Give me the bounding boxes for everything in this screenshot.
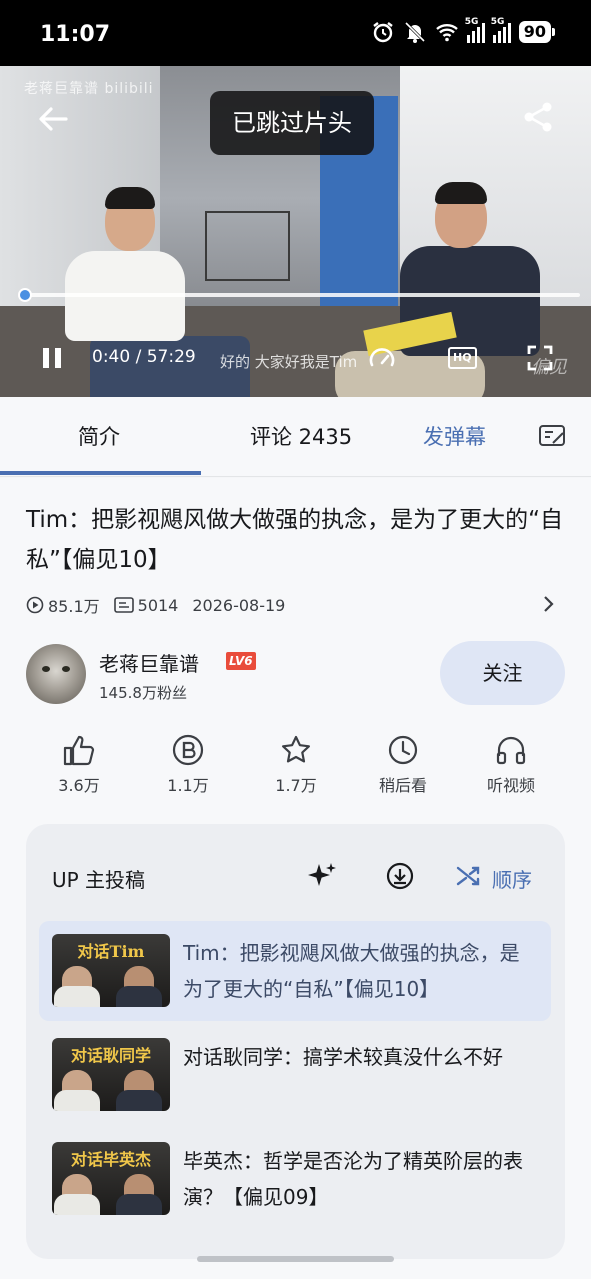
playlist-title: UP 主投稿	[52, 868, 146, 892]
publish-date: 2026-08-19	[192, 595, 286, 615]
alarm-icon	[373, 22, 393, 43]
clock-icon	[388, 735, 418, 765]
view-count: 85.1万	[48, 597, 100, 616]
video-title: Tim：把影视飓风做大做强的执念，是为了更大的“自私”【偏见10】	[26, 507, 564, 573]
status-bar: 11:07 5G 5G 90	[0, 0, 591, 66]
back-arrow-icon[interactable]	[36, 102, 70, 136]
avatar[interactable]	[26, 644, 86, 704]
battery-indicator: 90	[518, 21, 556, 43]
uploader-playlist: UP 主投稿 顺序 对话Tim Tim：把影视飓风做大做强的执念，是为了更大的“…	[26, 824, 565, 1259]
video-player[interactable]: 老蒋巨靠谱 bilibili 偏见 已跳过片头 0:40 / 57:29 好的 …	[0, 66, 591, 397]
playlist-item[interactable]: 对话耿同学 对话耿同学：搞学术较真没什么不好	[39, 1025, 551, 1125]
action-bar: 3.6万 1.1万 1.7万 稍后看 听视频	[0, 734, 591, 798]
pause-button[interactable]	[40, 346, 64, 370]
tab-intro[interactable]: 简介	[78, 421, 120, 451]
coin-icon	[172, 734, 204, 766]
star-icon	[282, 735, 310, 763]
thumbnail-title: 对话耿同学	[70, 1046, 151, 1065]
play-order-button[interactable]: 顺序	[492, 864, 532, 893]
detail-tabs: 简介 评论 2435 发弹幕	[0, 397, 591, 477]
cell-signal-2-icon: 5G	[491, 17, 511, 43]
follow-button[interactable]: 关注	[440, 641, 565, 705]
mute-bell-icon	[404, 21, 425, 43]
playlist-item-title: Tim：把影视飓风做大做强的执念，是为了更大的“自私”【偏见10】	[183, 941, 520, 1001]
video-subtitle: 好的 大家好我是Tim	[220, 353, 358, 371]
quality-button[interactable]: HQ	[448, 347, 477, 369]
headphones-icon	[496, 736, 526, 765]
like-button[interactable]: 3.6万	[34, 734, 124, 796]
listen-button[interactable]: 听视频	[466, 734, 556, 796]
cell-signal-1-icon: 5G	[465, 17, 485, 43]
share-icon[interactable]	[521, 100, 555, 134]
video-watermark: 老蒋巨靠谱 bilibili	[24, 81, 154, 97]
level-badge: LV6	[226, 652, 256, 670]
fan-count: 145.8万粉丝	[99, 684, 187, 702]
playlist-item[interactable]: 对话毕英杰 毕英杰：哲学是否沦为了精英阶层的表演？【偏见09】	[39, 1129, 551, 1229]
coin-button[interactable]: 1.1万	[143, 734, 233, 796]
chevron-right-icon[interactable]	[541, 595, 555, 613]
like-count: 3.6万	[58, 776, 100, 795]
video-thumbnail: 对话Tim	[52, 934, 170, 1007]
tab-comments[interactable]: 评论 2435	[250, 421, 352, 451]
video-detail-panel: Tim：把影视飓风做大做强的执念，是为了更大的“自私”【偏见10】 85.1万 …	[0, 478, 591, 1279]
listen-label: 听视频	[486, 776, 535, 795]
play-count-icon	[26, 596, 44, 614]
favorite-button[interactable]: 1.7万	[251, 734, 341, 796]
video-thumbnail: 对话耿同学	[52, 1038, 170, 1111]
uploader-name[interactable]: 老蒋巨靠谱	[99, 648, 199, 677]
active-tab-indicator	[0, 471, 201, 475]
status-time: 11:07	[40, 22, 111, 47]
thumbnail-title: 对话毕英杰	[70, 1150, 151, 1169]
watch-later-button[interactable]: 稍后看	[358, 734, 448, 796]
thumbs-up-icon	[63, 735, 95, 766]
shuffle-icon[interactable]	[456, 864, 482, 888]
favorite-count: 1.7万	[275, 776, 317, 795]
sparkle-icon[interactable]	[306, 860, 338, 892]
wifi-icon	[435, 24, 458, 42]
video-controls: 0:40 / 57:29 好的 大家好我是Tim HQ	[0, 336, 591, 380]
skip-intro-toast: 已跳过片头	[210, 91, 374, 155]
video-progress-bar[interactable]	[17, 288, 580, 302]
uploader-row: 老蒋巨靠谱 LV6 145.8万粉丝 关注	[26, 641, 566, 710]
thumbnail-title: 对话Tim	[77, 942, 145, 961]
video-time: 0:40 / 57:29	[92, 347, 196, 367]
video-thumbnail: 对话毕英杰	[52, 1142, 170, 1215]
danmaku-count-icon	[113, 597, 134, 613]
playlist-item-title: 对话耿同学：搞学术较真没什么不好	[183, 1045, 503, 1069]
danmaku-count: 5014	[137, 595, 179, 615]
watch-later-label: 稍后看	[378, 776, 427, 795]
status-icons: 5G 5G 90	[371, 17, 556, 44]
video-meta-row: 85.1万 5014 2026-08-19	[26, 593, 285, 617]
coin-count: 1.1万	[167, 776, 209, 795]
video-progress-handle[interactable]	[17, 288, 32, 302]
home-indicator[interactable]	[197, 1256, 394, 1262]
playlist-item[interactable]: 对话Tim Tim：把影视飓风做大做强的执念，是为了更大的“自私”【偏见10】	[39, 921, 551, 1021]
fullscreen-icon[interactable]	[527, 345, 553, 371]
download-icon[interactable]	[386, 862, 414, 890]
send-danmaku-button[interactable]: 发弹幕	[423, 421, 486, 451]
danmaku-toggle-icon[interactable]	[538, 423, 566, 449]
playlist-item-title: 毕英杰：哲学是否沦为了精英阶层的表演？【偏见09】	[183, 1149, 523, 1209]
playback-speed-icon[interactable]	[368, 344, 396, 372]
